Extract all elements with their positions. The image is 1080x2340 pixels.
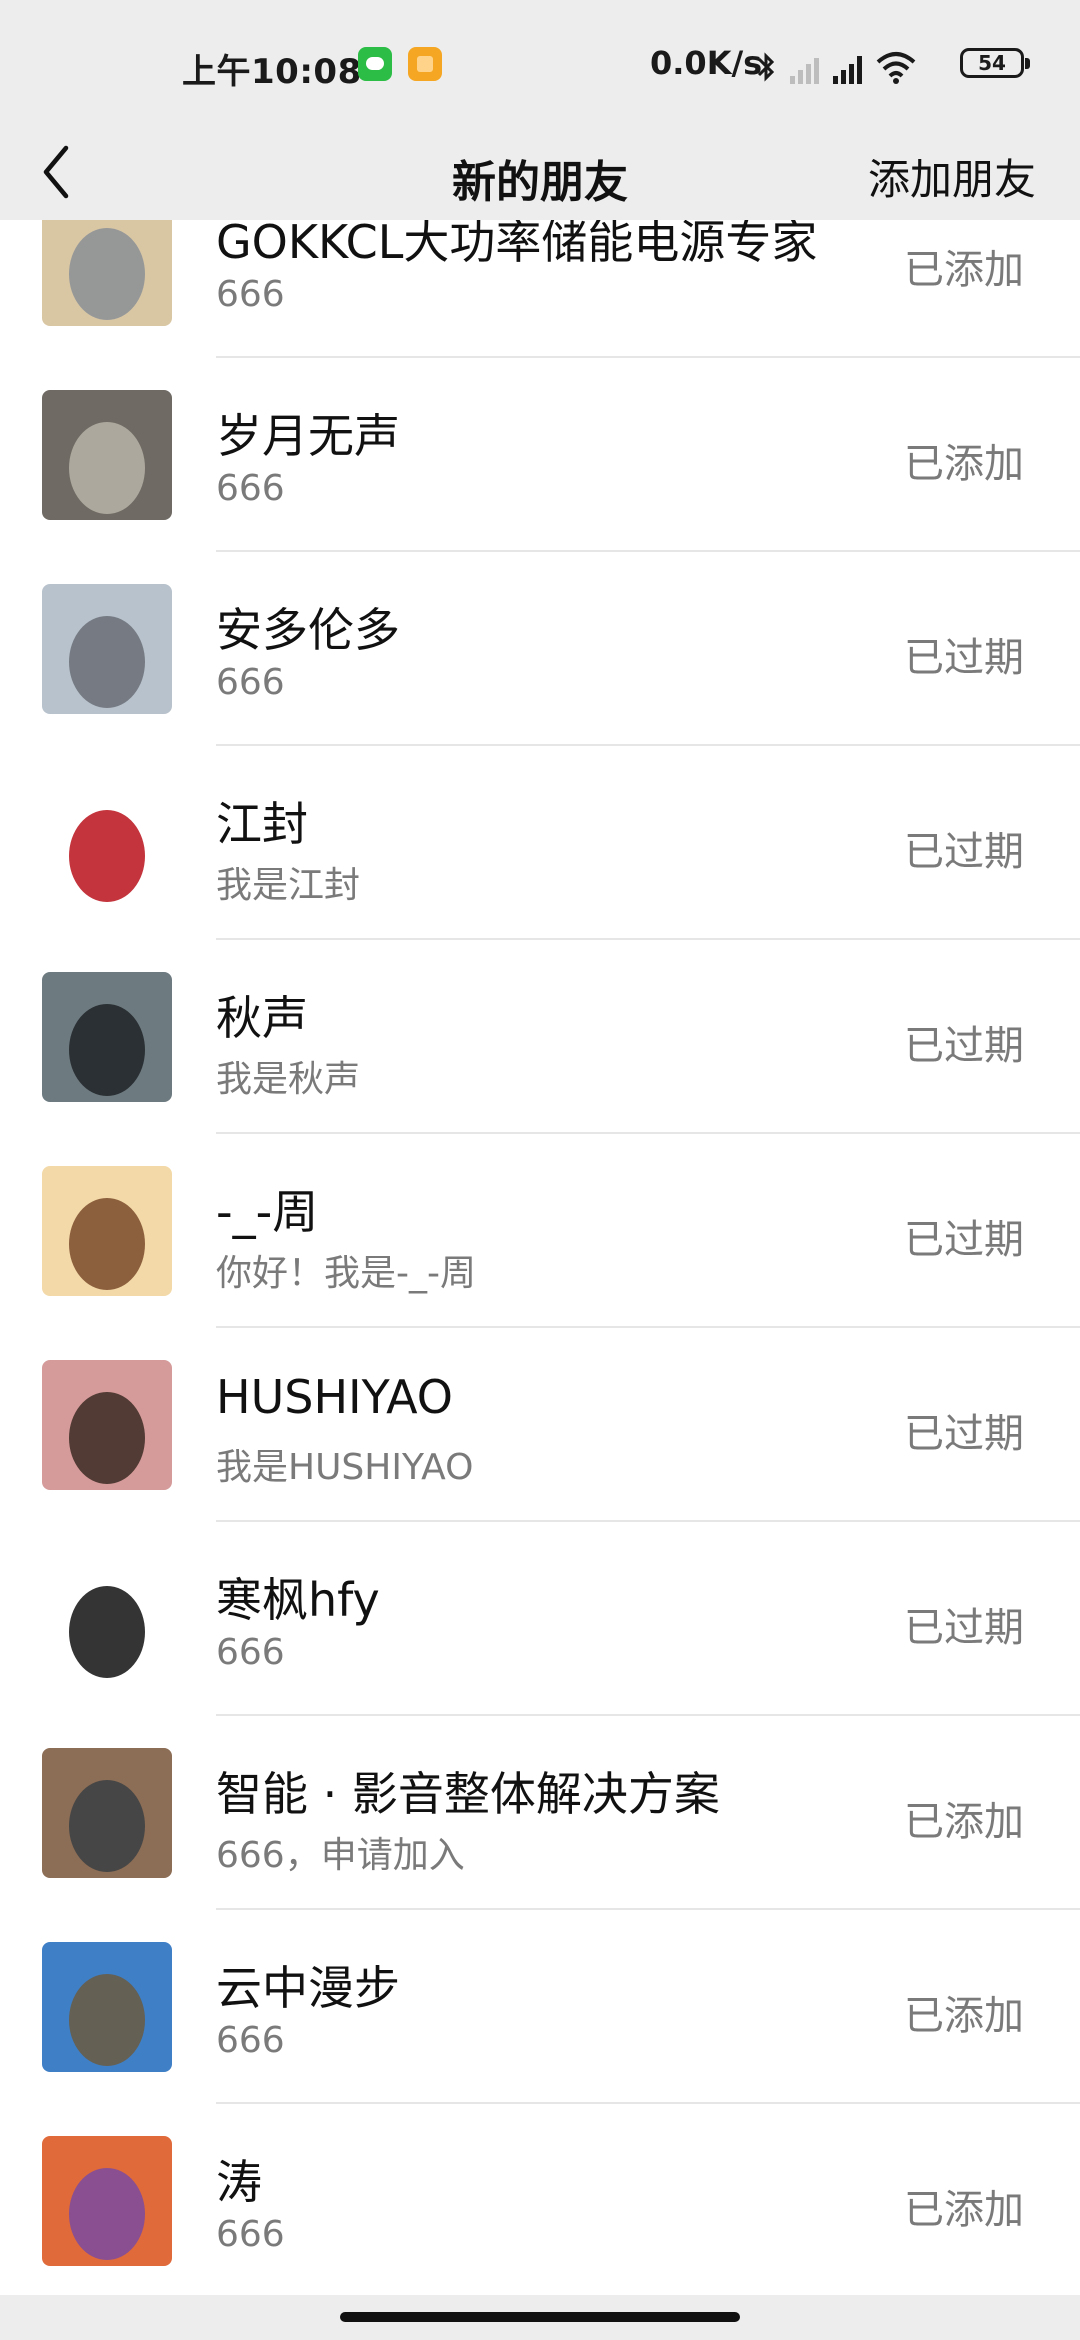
avatar[interactable] bbox=[42, 390, 172, 520]
avatar[interactable] bbox=[42, 1942, 172, 2072]
battery-icon: 54 bbox=[960, 48, 1030, 78]
status-bar: 上午10:08 0.0K/s 54 bbox=[0, 0, 1080, 120]
signal-icon bbox=[790, 52, 819, 84]
friend-request-row[interactable]: 江封我是江封 已过期 bbox=[0, 746, 1080, 940]
friend-message: 666 bbox=[216, 2214, 285, 2255]
battery-level: 54 bbox=[978, 51, 1006, 75]
request-status: 已过期 bbox=[904, 635, 1024, 681]
avatar[interactable] bbox=[42, 1360, 172, 1490]
request-status: 已添加 bbox=[904, 1993, 1024, 2039]
friend-request-row[interactable]: GOKKCL大功率储能电源专家 666 已添加 bbox=[0, 220, 1080, 358]
add-friend-button[interactable]: 添加朋友 bbox=[868, 146, 1036, 207]
friend-name: 涛 bbox=[216, 2155, 262, 2209]
friend-request-row[interactable]: 寒枫hfy 666 已过期 bbox=[0, 1522, 1080, 1716]
friend-message: 666 bbox=[216, 1632, 285, 1673]
avatar[interactable] bbox=[42, 778, 172, 908]
friend-request-row[interactable]: 岁月无声 666 已添加 bbox=[0, 358, 1080, 552]
avatar[interactable] bbox=[42, 972, 172, 1102]
request-status: 已过期 bbox=[904, 1023, 1024, 1069]
request-status: 已过期 bbox=[904, 829, 1024, 875]
bluetooth-icon bbox=[757, 52, 775, 82]
friend-request-row[interactable]: 智能 · 影音整体解决方案 666，申请加入 已添加 bbox=[0, 1716, 1080, 1910]
friend-request-row[interactable]: HUSHIYAO 我是HUSHIYAO 已过期 bbox=[0, 1328, 1080, 1522]
friend-message: 666，申请加入 bbox=[216, 1835, 465, 1876]
avatar[interactable] bbox=[42, 1748, 172, 1878]
friend-name: 安多伦多 bbox=[216, 603, 400, 657]
avatar[interactable] bbox=[42, 2136, 172, 2266]
avatar[interactable] bbox=[42, 1554, 172, 1684]
friend-message: 我是HUSHIYAO bbox=[216, 1447, 474, 1488]
friend-request-row[interactable]: -_-周你好！我是-_-周 已过期 bbox=[0, 1134, 1080, 1328]
nav-bar: 新的朋友 添加朋友 bbox=[0, 120, 1080, 220]
request-status: 已添加 bbox=[904, 247, 1024, 293]
navigation-bar bbox=[0, 2295, 1080, 2340]
request-status: 已过期 bbox=[904, 1411, 1024, 1457]
friend-message: 我是江封 bbox=[216, 865, 361, 906]
friend-request-list[interactable]: GOKKCL大功率储能电源专家 666 已添加 岁月无声 666 已添加 安多伦多 666 已过… bbox=[0, 220, 1080, 2295]
status-time: 上午10:08 bbox=[182, 52, 362, 92]
friend-name: -_-周 bbox=[216, 1185, 319, 1239]
request-status: 已添加 bbox=[904, 441, 1024, 487]
friend-name: HUSHIYAO bbox=[216, 1370, 454, 1424]
notes-icon bbox=[408, 47, 442, 81]
friend-message: 你好！我是-_-周 bbox=[216, 1253, 476, 1294]
friend-message: 666 bbox=[216, 274, 285, 315]
friend-name: 江封 bbox=[216, 797, 308, 851]
friend-message: 666 bbox=[216, 2020, 285, 2061]
avatar[interactable] bbox=[42, 584, 172, 714]
hd-signal-icon bbox=[833, 52, 862, 84]
wechat-icon bbox=[358, 47, 392, 81]
network-speed: 0.0K/s bbox=[650, 44, 763, 82]
friend-message: 我是秋声 bbox=[216, 1059, 361, 1100]
friend-request-row[interactable]: 云中漫步 666 已添加 bbox=[0, 1910, 1080, 2104]
friend-name: 智能 · 影音整体解决方案 bbox=[216, 1767, 720, 1821]
request-status: 已添加 bbox=[904, 1799, 1024, 1845]
request-status: 已添加 bbox=[904, 2187, 1024, 2233]
friend-message: 666 bbox=[216, 468, 285, 509]
friend-name: 寒枫hfy bbox=[216, 1573, 380, 1627]
wifi-icon bbox=[876, 52, 916, 84]
home-indicator[interactable] bbox=[340, 2312, 740, 2322]
friend-name: GOKKCL大功率储能电源专家 bbox=[216, 220, 818, 269]
request-status: 已过期 bbox=[904, 1605, 1024, 1651]
friend-request-row[interactable]: 安多伦多 666 已过期 bbox=[0, 552, 1080, 746]
friend-name: 秋声 bbox=[216, 991, 308, 1045]
avatar[interactable] bbox=[42, 1166, 172, 1296]
friend-request-row[interactable]: 秋声我是秋声 已过期 bbox=[0, 940, 1080, 1134]
friend-request-list-inner: GOKKCL大功率储能电源专家 666 已添加 岁月无声 666 已添加 安多伦多 666 已过… bbox=[0, 220, 1080, 2295]
friend-name: 岁月无声 bbox=[216, 409, 400, 463]
request-status: 已过期 bbox=[904, 1217, 1024, 1263]
friend-request-row[interactable]: 涛 666 已添加 bbox=[0, 2104, 1080, 2295]
friend-message: 666 bbox=[216, 662, 285, 703]
friend-name: 云中漫步 bbox=[216, 1961, 400, 2015]
status-indicators bbox=[756, 44, 916, 84]
avatar[interactable] bbox=[42, 220, 172, 326]
